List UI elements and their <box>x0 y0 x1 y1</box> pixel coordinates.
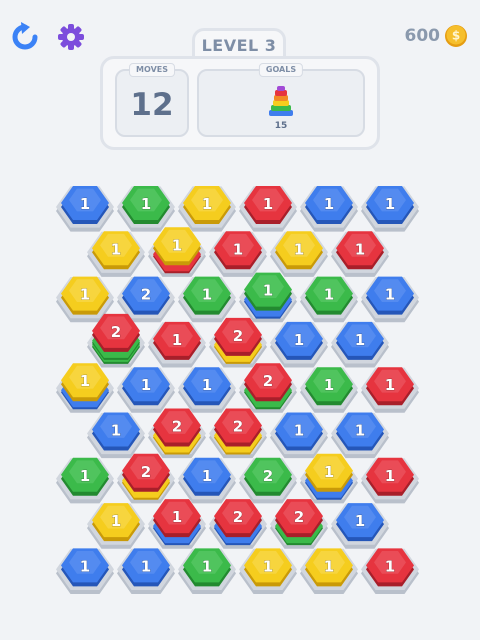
tile-count: 1 <box>80 286 90 304</box>
tile-count: 1 <box>80 195 90 213</box>
tile-count: 1 <box>263 282 273 300</box>
hex-cell[interactable]: 1 <box>270 412 328 459</box>
hex-cell[interactable]: 1 <box>148 321 206 368</box>
tile-count: 1 <box>202 195 212 213</box>
tile-count: 2 <box>141 463 151 481</box>
tile-count: 1 <box>324 463 334 481</box>
hex-cell[interactable]: 1 <box>361 276 419 323</box>
tile-count: 2 <box>111 323 121 341</box>
tile-count: 1 <box>294 331 304 349</box>
hex-cell[interactable]: 2 <box>209 499 267 549</box>
hex-cell[interactable]: 1 <box>361 186 419 232</box>
tile-count: 1 <box>202 467 212 485</box>
hex-cell[interactable]: 1 <box>361 548 419 594</box>
tile-count: 1 <box>141 376 151 394</box>
tile-count: 1 <box>355 240 365 258</box>
hex-cell[interactable]: 2 <box>270 499 328 549</box>
hex-cell[interactable]: 1 <box>239 272 297 323</box>
tile-count: 1 <box>233 240 243 258</box>
tile-count: 1 <box>263 195 273 213</box>
hex-cell[interactable]: 2 <box>239 363 297 413</box>
tile-count: 1 <box>385 286 395 304</box>
hex-cell[interactable]: 1 <box>178 276 236 323</box>
tile-count: 2 <box>233 327 243 345</box>
hex-cell[interactable]: 1 <box>178 186 236 232</box>
hex-cell[interactable]: 1 <box>300 367 358 413</box>
hex-cell[interactable]: 1 <box>331 231 389 277</box>
tile-count: 2 <box>233 418 243 436</box>
hex-cell[interactable]: 1 <box>148 499 206 549</box>
game-board: 1 1 1 1 1 1 1 1 1 1 1 1 2 1 1 1 1 2 1 2 1 1 1 1 1 2 1 1 1 2 2 1 1 1 2 1 2 1 1 1… <box>56 186 419 594</box>
tile-count: 1 <box>141 195 151 213</box>
tile-count: 2 <box>263 372 273 390</box>
tile-count: 1 <box>263 557 273 575</box>
hex-cell[interactable]: 1 <box>87 412 145 459</box>
tile-count: 1 <box>385 195 395 213</box>
hex-cell[interactable]: 1 <box>239 186 297 232</box>
tile-count: 2 <box>294 508 304 526</box>
tile-count: 1 <box>172 236 182 254</box>
tile-count: 1 <box>80 372 90 390</box>
tile-count: 2 <box>141 286 151 304</box>
tile-count: 1 <box>80 557 90 575</box>
hex-cell[interactable]: 1 <box>117 367 175 413</box>
hex-cell[interactable]: 1 <box>87 503 145 549</box>
hex-cell[interactable]: 1 <box>117 548 175 594</box>
tile-count: 1 <box>385 557 395 575</box>
hex-cell[interactable]: 1 <box>56 548 114 594</box>
hex-cell[interactable]: 1 <box>300 186 358 232</box>
hex-cell[interactable]: 1 <box>87 231 145 277</box>
tile-count: 1 <box>385 376 395 394</box>
tile-count: 1 <box>294 422 304 440</box>
hex-cell[interactable]: 1 <box>117 186 175 232</box>
tile-count: 1 <box>324 557 334 575</box>
tile-count: 1 <box>202 286 212 304</box>
hex-cell[interactable]: 1 <box>331 412 389 459</box>
tile-count: 1 <box>172 331 182 349</box>
tile-count: 1 <box>202 376 212 394</box>
hex-cell[interactable]: 1 <box>300 548 358 594</box>
tile-count: 1 <box>294 240 304 258</box>
tile-count: 1 <box>111 512 121 530</box>
hex-cell[interactable]: 2 <box>117 453 175 504</box>
hex-cell[interactable]: 1 <box>270 321 328 368</box>
hex-cell[interactable]: 1 <box>209 231 267 277</box>
hex-cell[interactable]: 2 <box>209 408 267 459</box>
hex-cell[interactable]: 1 <box>331 321 389 368</box>
tile-count: 2 <box>233 508 243 526</box>
tile-count: 1 <box>111 240 121 258</box>
hex-cell[interactable]: 2 <box>209 317 267 368</box>
tile-count: 1 <box>172 508 182 526</box>
hex-cell[interactable]: 2 <box>148 408 206 459</box>
hex-cell[interactable]: 1 <box>361 367 419 413</box>
hex-cell[interactable]: 1 <box>56 363 114 413</box>
tile-count: 1 <box>385 467 395 485</box>
tile-count: 1 <box>202 557 212 575</box>
tile-count: 1 <box>111 422 121 440</box>
hex-cell[interactable]: 1 <box>270 231 328 277</box>
hex-cell[interactable]: 2 <box>239 457 297 504</box>
hex-cell[interactable]: 1 <box>239 548 297 594</box>
hex-cell[interactable]: 1 <box>148 227 206 277</box>
tile-count: 1 <box>355 331 365 349</box>
tile-count: 1 <box>324 195 334 213</box>
hex-cell[interactable]: 1 <box>361 457 419 504</box>
hex-cell[interactable]: 1 <box>300 276 358 323</box>
tile-count: 2 <box>172 418 182 436</box>
tile-count: 1 <box>355 512 365 530</box>
hex-cell[interactable]: 1 <box>178 457 236 504</box>
hex-cell[interactable]: 1 <box>178 367 236 413</box>
tile-count: 2 <box>263 467 273 485</box>
hex-cell[interactable]: 1 <box>56 457 114 504</box>
tile-count: 1 <box>324 376 334 394</box>
hex-cell[interactable]: 1 <box>331 503 389 549</box>
tile-count: 1 <box>355 422 365 440</box>
hex-cell[interactable]: 1 <box>56 186 114 232</box>
tile-count: 1 <box>80 467 90 485</box>
tile-count: 1 <box>141 557 151 575</box>
hex-cell[interactable]: 1 <box>178 548 236 594</box>
tile-count: 1 <box>324 286 334 304</box>
hex-cell[interactable]: 1 <box>300 453 358 504</box>
